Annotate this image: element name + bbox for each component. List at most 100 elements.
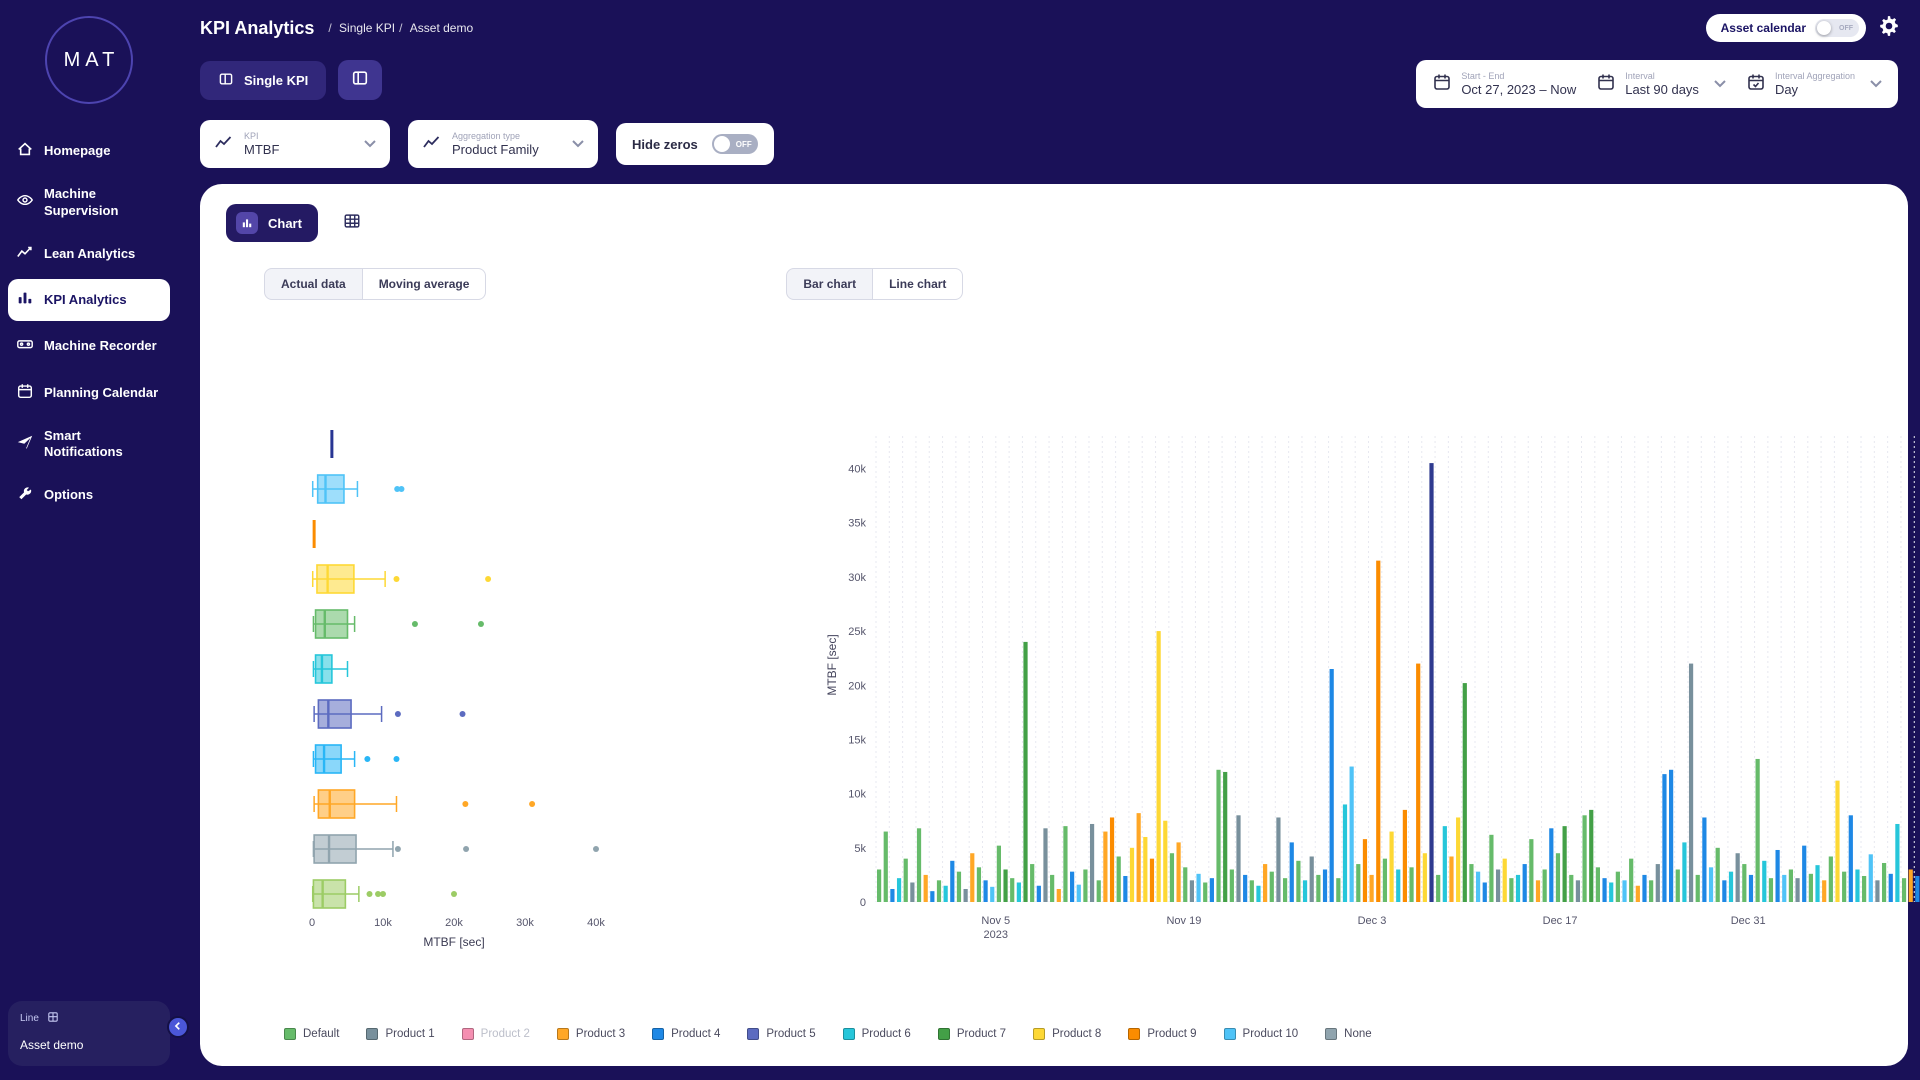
sidebar-item-machine-recorder[interactable]: Machine Recorder <box>8 325 170 367</box>
sidebar-item-label: Homepage <box>44 143 110 159</box>
date-controls-bar: Start - End Oct 27, 2023 – Now Interval … <box>1416 60 1898 108</box>
breadcrumb: Single KPI Asset demo <box>324 21 473 35</box>
legend-item[interactable]: Product 4 <box>652 1028 720 1040</box>
gear-icon[interactable] <box>1878 15 1900 42</box>
breadcrumb-item[interactable]: Single KPI <box>324 21 395 35</box>
sidebar-collapse-button[interactable] <box>167 1016 189 1038</box>
sidebar-item-label: Lean Analytics <box>44 246 135 262</box>
sidebar-item-label: Planning Calendar <box>44 385 158 401</box>
legend-label: Product 8 <box>1052 1028 1101 1040</box>
asset-calendar-switch[interactable]: OFF <box>1815 19 1859 37</box>
legend-label: Default <box>303 1028 339 1040</box>
app-root: MAT Homepage Machine Supervision Lean An… <box>0 0 1920 1080</box>
legend-item[interactable]: Product 10 <box>1224 1028 1299 1040</box>
bar-chart-button[interactable]: Bar chart <box>786 268 873 300</box>
legend-item[interactable]: Product 3 <box>557 1028 625 1040</box>
svg-text:20k: 20k <box>848 680 866 692</box>
kpi-select-value: MTBF <box>244 142 348 157</box>
legend-swatch <box>462 1028 474 1040</box>
trend-icon <box>16 243 34 265</box>
chart-type-toggle: Bar chart Line chart <box>786 268 963 300</box>
grid-icon[interactable] <box>47 1011 59 1026</box>
legend-item[interactable]: Default <box>284 1028 339 1040</box>
toggle-state-label: OFF <box>1839 25 1853 32</box>
legend-swatch <box>284 1028 296 1040</box>
svg-text:30k: 30k <box>516 917 534 929</box>
legend-label: Product 5 <box>766 1028 815 1040</box>
legend-swatch <box>557 1028 569 1040</box>
bar-chart-svg: 05k10k15k20k25k30k35k40kNov 52023Nov 19D… <box>812 410 1920 970</box>
svg-text:Nov 19: Nov 19 <box>1166 915 1201 927</box>
legend-item[interactable]: Product 6 <box>843 1028 911 1040</box>
calendar-check-icon <box>1746 72 1766 97</box>
aggregation-type-select[interactable]: Aggregation type Product Family <box>408 120 598 168</box>
interval-aggregation-value: Day <box>1775 82 1855 97</box>
multi-kpi-view-button[interactable] <box>338 60 382 100</box>
sidebar-item-label: Machine Supervision <box>44 186 162 219</box>
legend-swatch <box>938 1028 950 1040</box>
legend-item[interactable]: Product 8 <box>1033 1028 1101 1040</box>
legend-label: Product 3 <box>576 1028 625 1040</box>
chevron-down-icon <box>1714 75 1726 93</box>
toggle-knob <box>1817 21 1831 35</box>
logo-text: MAT <box>59 49 120 72</box>
sidebar-item-lean-analytics[interactable]: Lean Analytics <box>8 233 170 275</box>
table-icon <box>343 212 361 235</box>
asset-calendar-toggle-pill[interactable]: Asset calendar OFF <box>1706 14 1866 42</box>
tab-chart-label: Chart <box>268 216 302 231</box>
chevron-down-icon <box>1870 75 1882 93</box>
svg-text:0: 0 <box>309 917 315 929</box>
columns-icon <box>218 71 234 90</box>
toggle-knob <box>714 136 730 152</box>
bar-chart: MTBF [sec] 05k10k15k20k25k30k35k40kNov 5… <box>812 410 1920 970</box>
actual-data-button[interactable]: Actual data <box>264 268 363 300</box>
sidebar-item-homepage[interactable]: Homepage <box>8 130 170 172</box>
legend-item[interactable]: Product 1 <box>366 1028 434 1040</box>
hide-zeros-switch[interactable]: OFF <box>712 134 758 154</box>
date-range-value: Oct 27, 2023 – Now <box>1461 82 1576 97</box>
tab-table-view[interactable] <box>334 206 370 240</box>
line-chart-button[interactable]: Line chart <box>873 268 963 300</box>
sidebar-item-kpi-analytics[interactable]: KPI Analytics <box>8 279 170 321</box>
logo-circle: MAT <box>45 16 133 104</box>
aggregation-type-value: Product Family <box>452 142 556 157</box>
tab-single-kpi[interactable]: Single KPI <box>200 61 326 100</box>
date-range-label: Start - End <box>1461 71 1576 81</box>
svg-text:Nov 5: Nov 5 <box>981 915 1010 927</box>
sidebar-item-options[interactable]: Options <box>8 474 170 516</box>
sidebar-item-machine-supervision[interactable]: Machine Supervision <box>8 176 170 229</box>
calendar-icon <box>16 382 34 404</box>
legend-item[interactable]: Product 7 <box>938 1028 1006 1040</box>
legend-item[interactable]: Product 2 <box>462 1028 530 1040</box>
legend-item[interactable]: None <box>1325 1028 1372 1040</box>
home-icon <box>16 140 34 162</box>
boxplot-svg: 010k20k30k40kMTBF [sec] <box>252 410 812 970</box>
interval-label: Interval <box>1625 71 1699 81</box>
svg-text:5k: 5k <box>854 843 866 855</box>
controls-row-2: KPI MTBF Aggregation type Product Family… <box>200 120 1898 168</box>
aggregation-type-label: Aggregation type <box>452 131 556 141</box>
date-range-picker[interactable]: Start - End Oct 27, 2023 – Now <box>1432 71 1576 97</box>
legend-label: Product 9 <box>1147 1028 1196 1040</box>
sidebar-footer: Line Asset demo <box>8 1001 170 1066</box>
interval-value: Last 90 days <box>1625 82 1699 97</box>
legend-swatch <box>747 1028 759 1040</box>
svg-text:40k: 40k <box>848 464 866 476</box>
legend-item[interactable]: Product 5 <box>747 1028 815 1040</box>
breadcrumb-item[interactable]: Asset demo <box>395 21 473 35</box>
interval-aggregation-select[interactable]: Interval Aggregation Day <box>1746 71 1882 97</box>
tab-chart[interactable]: Chart <box>226 204 318 242</box>
legend-label: Product 6 <box>862 1028 911 1040</box>
sidebar-item-planning-calendar[interactable]: Planning Calendar <box>8 372 170 414</box>
interval-select[interactable]: Interval Last 90 days <box>1596 71 1726 97</box>
moving-average-button[interactable]: Moving average <box>363 268 487 300</box>
chart-toggles-row: Actual data Moving average Bar chart Lin… <box>226 268 1882 300</box>
kpi-select[interactable]: KPI MTBF <box>200 120 390 168</box>
svg-text:20k: 20k <box>445 917 463 929</box>
legend-item[interactable]: Product 9 <box>1128 1028 1196 1040</box>
svg-text:10k: 10k <box>374 917 392 929</box>
controls-row-1: Single KPI Start - End Oct 27, 2023 – No… <box>200 60 1898 108</box>
bar-chart-ylabel: MTBF [sec] <box>825 625 839 705</box>
sidebar-item-smart-notifications[interactable]: Smart Notifications <box>8 418 170 471</box>
bar-chart-icon <box>16 289 34 311</box>
